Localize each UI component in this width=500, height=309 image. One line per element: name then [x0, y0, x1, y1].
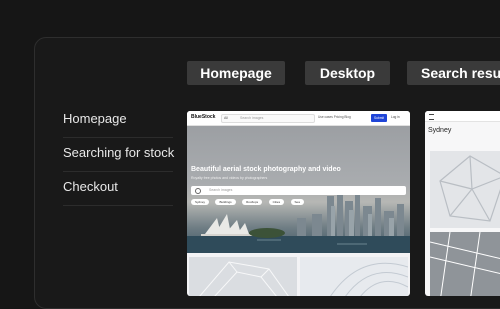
architecture-image [330, 262, 408, 296]
homepage-preview[interactable]: BlueStock All Search images Use cases Pr… [187, 111, 410, 296]
side-menu: Homepage Searching for stock Checkout [63, 104, 174, 206]
menu-icon [429, 114, 434, 120]
menu-item-searching-for-stock[interactable]: Searching for stock [63, 138, 174, 172]
search-results-preview[interactable]: Sydney [425, 111, 500, 296]
tab-search-results[interactable]: Search results [407, 61, 500, 85]
architecture-image [430, 232, 500, 296]
tab-desktop[interactable]: Desktop [305, 61, 390, 85]
architecture-image [439, 155, 500, 222]
preview-tag: Buildings [215, 199, 236, 205]
preview-nav-links: Use cases Pricing Blog [318, 115, 351, 119]
preview-search-scope: All [224, 116, 228, 120]
preview2-navbar [425, 111, 500, 122]
preview-search-placeholder: Search images [240, 116, 264, 120]
preview-hero-title: Beautiful aerial stock photography and v… [191, 166, 341, 173]
preview-login-link: Log in [391, 115, 400, 119]
preview-search-input: All Search images [221, 114, 315, 123]
search-icon [195, 188, 201, 194]
preview-tag-list: Sydney Buildings Rooftops Cities Sea [191, 199, 306, 217]
result-image [430, 232, 500, 296]
preview-hero-subtitle: Royalty free photos and videos by photog… [191, 176, 268, 180]
preview-tag: Sea [290, 199, 304, 205]
preview-image-grid [187, 257, 410, 296]
preview-submit-button: Submit [371, 114, 387, 122]
preview-hero-search-placeholder: Search images [209, 188, 233, 192]
preview-image-card [189, 257, 297, 296]
tab-homepage[interactable]: Homepage [187, 61, 285, 85]
preview-image-card [300, 257, 408, 296]
preview-tag: Sydney [191, 199, 210, 205]
result-image [430, 151, 500, 228]
menu-item-homepage[interactable]: Homepage [63, 104, 173, 138]
preview2-title: Sydney [428, 127, 452, 134]
architecture-image [199, 261, 289, 296]
preview-tag: Rooftops [242, 199, 263, 205]
preview-navbar: BlueStock All Search images Use cases Pr… [187, 111, 410, 126]
preview-tag: Cities [268, 199, 285, 205]
preview-hero-search-input: Search images [191, 186, 406, 195]
menu-item-checkout[interactable]: Checkout [63, 172, 173, 206]
preview-hero: Beautiful aerial stock photography and v… [187, 126, 410, 253]
preview-logo: BlueStock [191, 114, 216, 120]
